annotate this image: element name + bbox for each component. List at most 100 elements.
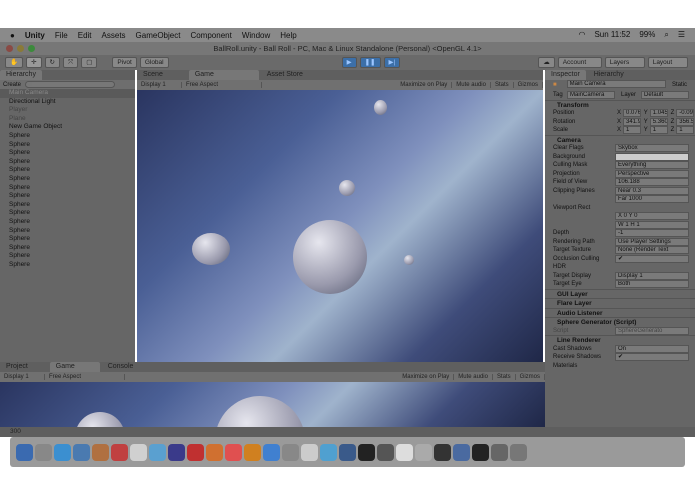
dock-app-icon[interactable] [396,443,413,461]
camera-row-value[interactable]: Use Player Settings [615,237,689,246]
dock-app-icon[interactable] [415,443,432,461]
pivot-button[interactable]: Pivot [112,57,137,68]
dock-app-icon[interactable] [35,443,52,461]
dock-app-icon[interactable] [491,443,508,461]
dock-app-icon[interactable] [263,443,280,461]
hierarchy-item[interactable]: Sphere [0,252,135,261]
tab-game-lower[interactable]: Game [49,362,100,372]
game-view[interactable] [137,90,543,362]
rotation-z-field[interactable]: 356.57 [676,117,694,126]
hierarchy-item[interactable]: Sphere [0,158,135,167]
hierarchy-item[interactable]: Sphere [0,175,135,184]
position-y-field[interactable]: 1.0452 [649,109,668,117]
cloud-icon[interactable]: ☁ [538,57,555,68]
menu-gameobject[interactable]: GameObject [136,31,181,40]
pause-button[interactable]: ❚❚ [359,57,381,68]
line-renderer-header[interactable]: Line Renderer [545,335,695,345]
move-tool[interactable]: ✛ [26,57,42,68]
camera-row-value[interactable]: Both [615,280,689,288]
hierarchy-item[interactable]: Sphere [0,141,135,150]
tab-scene[interactable]: Scene [137,70,169,80]
dock-app-icon[interactable] [282,443,299,461]
camera-row-value[interactable] [615,152,689,161]
tab-console[interactable]: Console [102,362,140,372]
camera-row-value[interactable]: 106.188 [615,178,689,186]
camera-row-value[interactable]: None (Render Text [615,246,689,254]
hierarchy-item[interactable]: Main Camera [0,89,135,98]
menu-edit[interactable]: Edit [78,31,92,40]
stats-lower[interactable]: Stats [493,374,516,380]
position-z-field[interactable]: -0.094 [676,109,694,117]
dock-app-icon[interactable] [54,443,71,461]
menu-unity[interactable]: Unity [25,31,45,40]
hierarchy-item[interactable]: Player [0,106,135,115]
static-checkbox[interactable]: Static [672,80,695,91]
hierarchy-item[interactable]: Sphere [0,184,135,193]
game-view-lower[interactable] [0,382,545,427]
hierarchy-item[interactable]: Sphere [0,261,135,270]
line-renderer-value[interactable]: On [615,344,689,353]
hierarchy-item[interactable]: Sphere [0,192,135,201]
camera-row-value[interactable]: Everything [615,161,689,169]
tab-hierarchy[interactable]: Hierarchy [0,70,42,80]
dock-app-icon[interactable] [301,443,318,461]
dock-app-icon[interactable] [16,443,33,461]
dock-app-icon[interactable] [339,443,356,461]
dock-app-icon[interactable] [244,443,261,461]
rect-tool[interactable]: ▢ [81,57,98,68]
close-button[interactable] [6,45,13,52]
hierarchy-item[interactable]: Plane [0,115,135,124]
scale-x-field[interactable]: 1 [623,126,641,134]
dock-app-icon[interactable] [510,443,527,461]
scale-z-field[interactable]: 1 [676,126,694,134]
line-renderer-value[interactable]: ✔ [615,353,689,361]
dock-app-icon[interactable] [434,443,451,461]
tab-project[interactable]: Project [0,362,34,372]
camera-row-value[interactable]: ✔ [615,254,689,263]
transform-header[interactable]: Transform [545,99,695,110]
tab-asset-store[interactable]: Asset Store [261,70,309,80]
hierarchy-item[interactable]: Sphere [0,209,135,218]
stats-button[interactable]: Stats [491,82,514,88]
minimize-button[interactable] [17,45,24,52]
camera-row-value[interactable]: W 1 H 1 [615,220,689,229]
apple-icon[interactable]: ● [10,31,15,40]
hand-tool[interactable]: ✋ [5,57,24,68]
hierarchy-item[interactable]: Sphere [0,227,135,236]
rotation-x-field[interactable]: 341.95 [623,117,641,126]
maximize-on-play-lower[interactable]: Maximize on Play [398,374,455,380]
global-button[interactable]: Global [139,57,169,68]
menu-file[interactable]: File [55,31,68,40]
rotation-y-field[interactable]: 5.3601 [649,117,668,126]
hierarchy-item[interactable]: Directional Light [0,98,135,107]
hierarchy-item[interactable]: Sphere [0,218,135,227]
account-dropdown[interactable]: Account [557,57,602,68]
list-icon[interactable]: ☰ [678,30,685,40]
hierarchy-item[interactable]: Sphere [0,201,135,210]
aspect-dropdown-lower[interactable]: Free Aspect [45,374,125,380]
camera-row-value[interactable]: Display 1 [615,271,689,280]
dock-app-icon[interactable] [187,443,204,461]
hierarchy-search-input[interactable] [25,81,116,88]
clock[interactable]: Sun 11:52 [594,30,630,40]
aspect-dropdown[interactable]: Free Aspect [182,82,262,88]
display-dropdown-lower[interactable]: Display 1 [0,374,45,380]
dock-app-icon[interactable] [377,443,394,461]
wifi-icon[interactable]: ◠ [578,30,585,40]
create-dropdown[interactable]: Create [3,82,21,88]
dock-app-icon[interactable] [358,443,375,461]
hierarchy-item[interactable]: Sphere [0,166,135,175]
hierarchy-item[interactable]: Sphere [0,149,135,158]
camera-row-value[interactable]: Far 1000 [615,195,689,203]
camera-row-value[interactable]: Skybox [615,144,689,152]
dock-app-icon[interactable] [472,443,489,461]
scale-y-field[interactable]: 1 [649,126,668,134]
scale-tool[interactable]: ⤧ [63,57,79,68]
script-field[interactable]: SphereGenerato [615,326,689,335]
camera-row-value[interactable]: Perspective [615,169,689,178]
tab-hierarchy-2[interactable]: Hierarchy [588,70,630,80]
hierarchy-item[interactable]: Sphere [0,244,135,253]
menu-assets[interactable]: Assets [102,31,126,40]
camera-header[interactable]: Camera [545,134,695,145]
component-header[interactable]: Flare Layer [545,298,695,308]
